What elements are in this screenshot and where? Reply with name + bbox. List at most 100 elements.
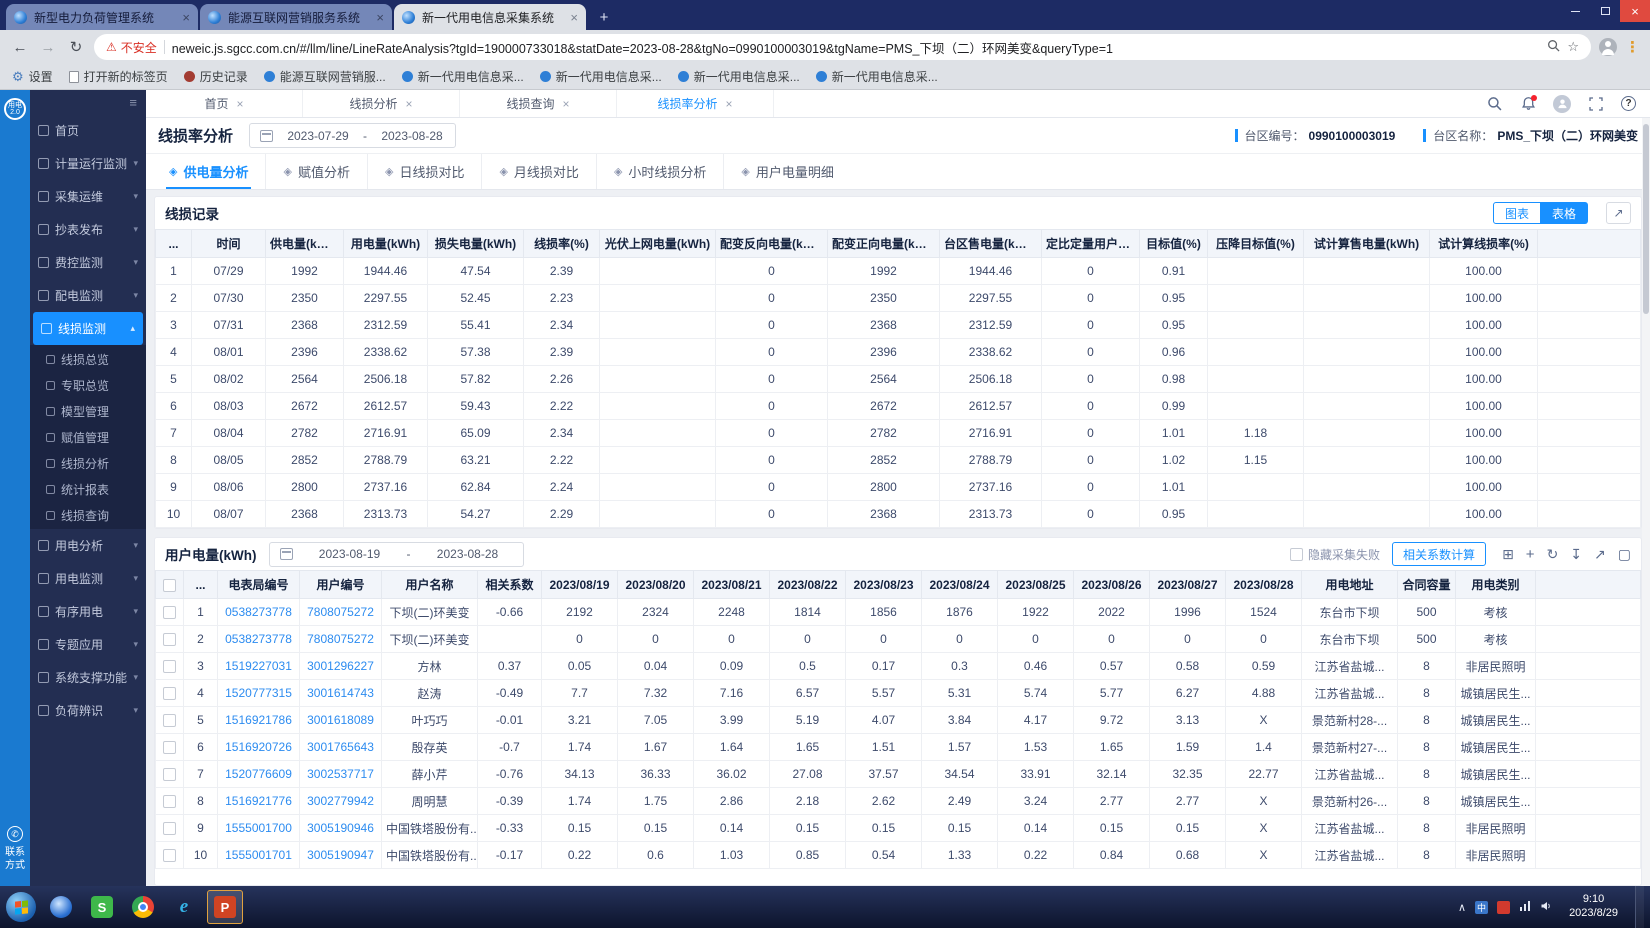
table-row[interactable]: 915550017003005190946中国铁塔股份有...-0.330.15… — [156, 815, 1641, 842]
ime-icon[interactable]: 中 — [1475, 901, 1488, 914]
submenu-specialist-overview[interactable]: 专职总览 — [30, 372, 146, 398]
table-row[interactable]: 315192270313001296227方林0.370.050.040.090… — [156, 653, 1641, 680]
bookmark-history[interactable]: 历史记录 — [184, 68, 248, 85]
show-desktop-button[interactable] — [1635, 886, 1644, 928]
subtab-hourly-loss-analysis[interactable]: ◈小时线损分析 — [596, 154, 723, 189]
cell-link[interactable]: 3005190947 — [307, 848, 374, 862]
cell-link[interactable]: 0538273778 — [225, 632, 292, 646]
cell-link[interactable]: 3005190946 — [307, 821, 374, 835]
bookmark-star-icon[interactable]: ☆ — [1567, 39, 1579, 55]
submenu-statistics-report[interactable]: 统计报表 — [30, 476, 146, 502]
sidebar-item-power-analysis[interactable]: 用电分析▾ — [30, 529, 146, 562]
date-range-picker[interactable]: 2023-07-29 - 2023-08-28 — [249, 123, 456, 148]
workspace-tab-line-loss-rate[interactable]: 线损率分析× — [617, 90, 774, 117]
subtab-assignment-analysis[interactable]: ◈赋值分析 — [265, 154, 366, 189]
table-row[interactable]: 408/0123962338.6257.382.39023962338.6200… — [156, 339, 1641, 366]
cell-link[interactable]: 1516921776 — [225, 794, 292, 808]
search-icon[interactable] — [1485, 95, 1503, 113]
sidebar-item-load-identification[interactable]: 负荷辨识▾ — [30, 694, 146, 727]
bookmark-site-4[interactable]: 新一代用电信息采... — [678, 68, 800, 85]
collapse-menu-icon[interactable]: ≡ — [129, 95, 137, 110]
taskbar-s-app[interactable]: S — [84, 890, 120, 924]
table-row[interactable]: 908/0628002737.1662.842.24028002737.1601… — [156, 474, 1641, 501]
profile-avatar-icon[interactable] — [1599, 38, 1617, 56]
taskbar-browser-app[interactable] — [43, 890, 79, 924]
row-checkbox[interactable] — [163, 714, 176, 727]
minimize-button[interactable] — [1560, 0, 1590, 22]
end-date[interactable]: 2023-08-28 — [423, 547, 513, 561]
start-button[interactable] — [6, 892, 36, 922]
sidebar-item-power-monitor[interactable]: 用电监测▾ — [30, 562, 146, 595]
table-row[interactable]: 105382737787808075272下坝(二)环美变-0.66219223… — [156, 599, 1641, 626]
sidebar-item-special-apps[interactable]: 专题应用▾ — [30, 628, 146, 661]
new-tab-button[interactable]: + — [592, 6, 616, 28]
taskbar-powerpoint[interactable]: P — [207, 890, 243, 924]
submenu-assignment-management[interactable]: 赋值管理 — [30, 424, 146, 450]
help-icon[interactable]: ? — [1621, 96, 1636, 111]
table-row[interactable]: 815169217763002779942周明慧-0.391.741.752.8… — [156, 788, 1641, 815]
table-row[interactable]: 1015550017013005190947中国铁塔股份有...-0.170.2… — [156, 842, 1641, 869]
subtab-user-power-detail[interactable]: ◈用户电量明细 — [723, 154, 850, 189]
close-icon[interactable]: × — [406, 97, 413, 111]
table-row[interactable]: 808/0528522788.7963.212.22028522788.7901… — [156, 447, 1641, 474]
hide-failed-checkbox[interactable]: 隐藏采集失败 — [1290, 546, 1380, 563]
sidebar-item-line-loss-monitor[interactable]: 线损监测▴ — [33, 312, 143, 345]
cell-link[interactable]: 1555001700 — [225, 821, 292, 835]
row-checkbox[interactable] — [163, 606, 176, 619]
sidebar-item-orderly-power[interactable]: 有序用电▾ — [30, 595, 146, 628]
vertical-scrollbar[interactable] — [1642, 118, 1650, 886]
row-checkbox[interactable] — [163, 687, 176, 700]
close-icon[interactable]: × — [726, 97, 733, 111]
table-row[interactable]: 508/0225642506.1857.822.26025642506.1800… — [156, 366, 1641, 393]
network-icon[interactable] — [1519, 900, 1531, 915]
correlation-calc-button[interactable]: 相关系数计算 — [1392, 542, 1486, 566]
cell-link[interactable]: 3002537717 — [307, 767, 374, 781]
select-all-checkbox[interactable] — [163, 579, 176, 592]
cell-link[interactable]: 3002779942 — [307, 794, 374, 808]
table-row[interactable]: 207/3023502297.5552.452.23023502297.5500… — [156, 285, 1641, 312]
submenu-line-loss-query[interactable]: 线损查询 — [30, 502, 146, 528]
browser-tab-2[interactable]: 能源互联网营销服务系统 × — [200, 4, 392, 30]
cell-link[interactable]: 3001765643 — [307, 740, 374, 754]
cell-link[interactable]: 1555001701 — [225, 848, 292, 862]
subtab-monthly-loss-compare[interactable]: ◈月线损对比 — [481, 154, 595, 189]
row-checkbox[interactable] — [163, 660, 176, 673]
notification-bell-icon[interactable] — [1519, 95, 1537, 113]
reload-icon[interactable]: ↻ — [66, 38, 86, 56]
bookmark-site-2[interactable]: 新一代用电信息采... — [402, 68, 524, 85]
tab-close-icon[interactable]: × — [182, 10, 190, 25]
grid-icon[interactable]: ⊞ — [1502, 546, 1514, 563]
submenu-line-loss-overview[interactable]: 线损总览 — [30, 346, 146, 372]
row-checkbox[interactable] — [163, 822, 176, 835]
taskbar-ie[interactable]: e — [166, 890, 202, 924]
workspace-tab-home[interactable]: 首页× — [146, 90, 303, 117]
end-date[interactable]: 2023-08-28 — [379, 129, 445, 143]
row-checkbox[interactable] — [163, 741, 176, 754]
table-row[interactable]: 1008/0723682313.7354.272.29023682313.730… — [156, 501, 1641, 528]
cell-link[interactable]: 7808075272 — [307, 632, 374, 646]
cell-link[interactable]: 1520777315 — [225, 686, 292, 700]
fullscreen-icon[interactable] — [1587, 95, 1605, 113]
table-row[interactable]: 307/3123682312.5955.412.34023682312.5900… — [156, 312, 1641, 339]
browser-tab-3-active[interactable]: 新一代用电信息采集系统 × — [394, 4, 586, 30]
bookmark-site-3[interactable]: 新一代用电信息采... — [540, 68, 662, 85]
sidebar-item-meter-reading[interactable]: 抄表发布▾ — [30, 213, 146, 246]
bookmark-settings[interactable]: ⚙设置 — [12, 68, 53, 85]
table-row[interactable]: 107/2919921944.4647.542.39019921944.4600… — [156, 258, 1641, 285]
zoom-search-icon[interactable] — [1547, 39, 1560, 55]
table-view-button[interactable]: 表格 — [1541, 202, 1588, 224]
chart-view-button[interactable]: 图表 — [1493, 202, 1541, 224]
sidebar-item-home[interactable]: 首页 — [30, 114, 146, 147]
export-icon[interactable]: ↗ — [1594, 546, 1606, 563]
hidden-icons-icon[interactable]: ∧ — [1458, 901, 1466, 914]
bookmark-newtab[interactable]: 打开新的标签页 — [69, 68, 168, 85]
volume-icon[interactable] — [1540, 900, 1552, 915]
tab-close-icon[interactable]: × — [570, 10, 578, 25]
checkbox-icon[interactable] — [1290, 548, 1303, 561]
table-row[interactable]: 608/0326722612.5759.432.22026722612.5700… — [156, 393, 1641, 420]
cell-link[interactable]: 7808075272 — [307, 605, 374, 619]
sidebar-item-distribution-monitor[interactable]: 配电监测▾ — [30, 279, 146, 312]
cell-link[interactable]: 3001614743 — [307, 686, 374, 700]
start-date[interactable]: 2023-08-19 — [305, 547, 395, 561]
submenu-line-loss-analysis[interactable]: 线损分析 — [30, 450, 146, 476]
